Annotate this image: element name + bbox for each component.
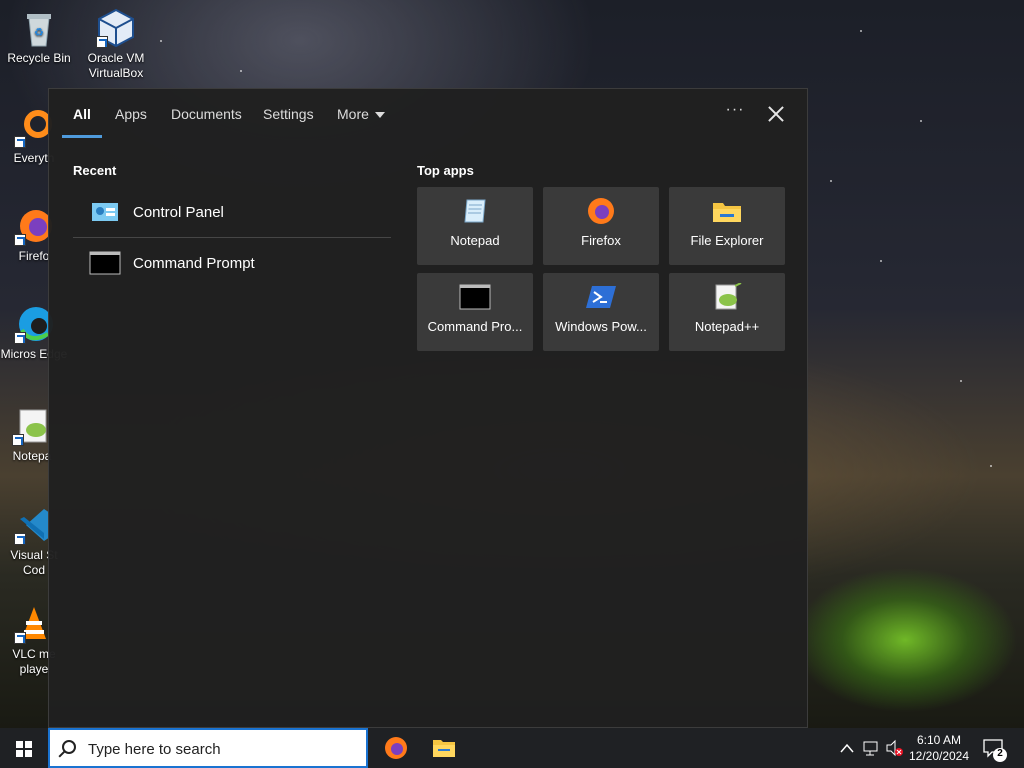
- top-app-tile-firefox[interactable]: Firefox: [543, 187, 659, 265]
- desktop-icon-virtualbox[interactable]: Oracle VM VirtualBox: [80, 8, 152, 81]
- tab-apps[interactable]: Apps: [115, 106, 147, 122]
- notifications-badge: 2: [997, 748, 1003, 759]
- firefox-icon: [385, 737, 407, 759]
- notepad-plus-plus-icon: [711, 282, 743, 311]
- notepad-icon: [459, 197, 491, 225]
- search-panel: All Apps Documents Settings More ··· Rec…: [48, 88, 808, 728]
- top-app-tile-file-explorer[interactable]: File Explorer: [669, 187, 785, 265]
- action-center-button[interactable]: 2: [980, 728, 1010, 768]
- tile-label: Notepad++: [694, 319, 760, 334]
- close-icon[interactable]: [765, 103, 787, 125]
- recent-title: Recent: [73, 163, 117, 178]
- recent-item-command-prompt[interactable]: Command Prompt: [73, 239, 391, 287]
- chevron-down-icon: [374, 112, 385, 119]
- top-app-tile-powershell[interactable]: Windows Pow...: [543, 273, 659, 351]
- active-tab-indicator: [62, 135, 102, 138]
- command-prompt-icon: [459, 283, 491, 311]
- file-explorer-icon: [433, 740, 455, 757]
- tile-label: Firefox: [581, 233, 621, 248]
- taskbar-file-explorer[interactable]: [420, 728, 468, 768]
- divider: [73, 237, 391, 238]
- search-icon: [62, 740, 76, 754]
- tab-more-label: More: [337, 106, 369, 122]
- ellipsis-icon[interactable]: ···: [723, 101, 747, 125]
- control-panel-icon: [89, 200, 121, 224]
- svg-text:♻: ♻: [34, 27, 44, 39]
- show-hidden-icons[interactable]: [836, 728, 858, 768]
- desktop-icon-label: Recycle Bin: [7, 51, 71, 65]
- network-status[interactable]: [860, 728, 882, 768]
- network-icon: [863, 741, 878, 756]
- powershell-icon: [585, 283, 617, 311]
- command-prompt-icon: [89, 251, 121, 275]
- desktop-icon-label: Notepa: [12, 449, 52, 463]
- tab-documents[interactable]: Documents: [171, 106, 242, 122]
- recent-item-label: Command Prompt: [133, 254, 255, 272]
- windows-logo-icon: [16, 741, 32, 757]
- tile-label: Command Pro...: [427, 319, 523, 334]
- start-button[interactable]: [0, 728, 48, 768]
- tile-label: Notepad: [450, 233, 500, 248]
- chevron-up-icon: [840, 743, 854, 753]
- desktop-icon-label: Firefo: [18, 249, 50, 263]
- tile-label: File Explorer: [690, 233, 764, 248]
- desktop-icon-recycle-bin[interactable]: ♻ Recycle Bin: [3, 8, 75, 66]
- firefox-icon: [585, 197, 617, 225]
- taskbar-search-box[interactable]: [48, 728, 368, 768]
- taskbar: 6:10 AM 12/20/2024 2: [0, 728, 1024, 768]
- top-app-tile-notepad[interactable]: Notepad: [417, 187, 533, 265]
- search-input[interactable]: [88, 739, 358, 759]
- taskbar-firefox[interactable]: [372, 728, 420, 768]
- notepad-plus-plus-icon: [12, 406, 52, 446]
- taskbar-clock[interactable]: 6:10 AM 12/20/2024: [900, 732, 978, 764]
- recycle-bin-icon: ♻: [19, 8, 59, 48]
- recent-item-control-panel[interactable]: Control Panel: [73, 188, 391, 236]
- tab-all[interactable]: All: [73, 106, 91, 122]
- tab-more[interactable]: More: [337, 106, 385, 122]
- clock-date: 12/20/2024: [908, 749, 970, 763]
- file-explorer-icon: [711, 197, 743, 225]
- top-apps-title: Top apps: [417, 163, 474, 178]
- desktop-icon-label: Oracle VM VirtualBox: [87, 51, 145, 80]
- top-app-tile-command-prompt[interactable]: Command Pro...: [417, 273, 533, 351]
- tile-label: Windows Pow...: [555, 319, 647, 334]
- search-tabs: All Apps Documents Settings More ···: [49, 89, 807, 139]
- tab-settings[interactable]: Settings: [263, 106, 314, 122]
- clock-time: 6:10 AM: [916, 733, 962, 747]
- recent-item-label: Control Panel: [133, 203, 224, 221]
- virtualbox-icon: [96, 8, 136, 48]
- top-app-tile-notepad-plus-plus[interactable]: Notepad++: [669, 273, 785, 351]
